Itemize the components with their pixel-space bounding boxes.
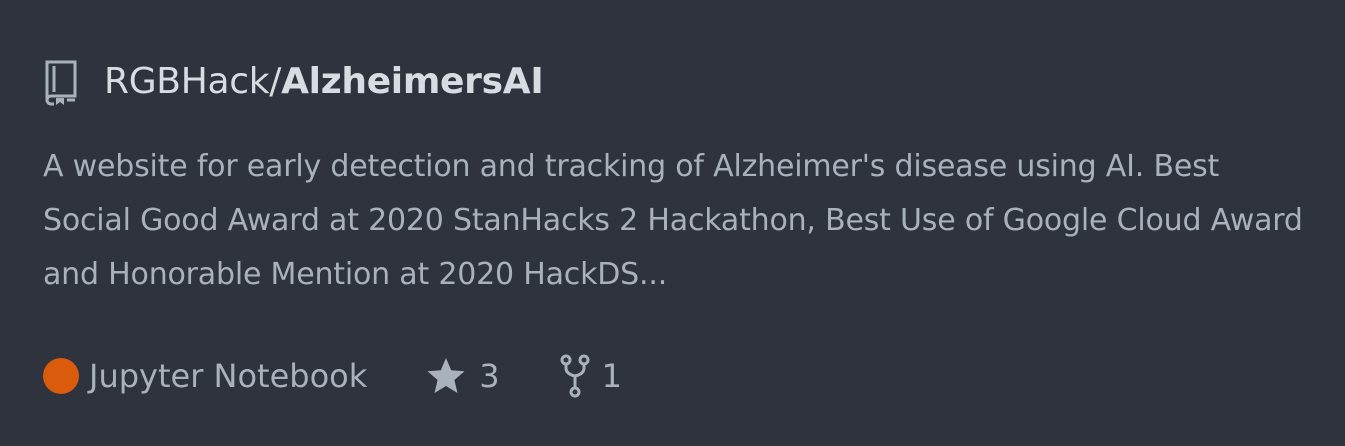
repo-card[interactable]: RGBHack/AlzheimersAI A website for early… (0, 0, 1345, 446)
repo-owner[interactable]: RGBHack/ (104, 61, 281, 102)
repo-book-icon (42, 58, 78, 106)
repo-stats: Jupyter Notebook 3 1 (43, 348, 622, 404)
repo-title-link[interactable]: RGBHack/AlzheimersAI (104, 56, 544, 108)
star-icon (425, 356, 467, 396)
repo-name[interactable]: AlzheimersAI (281, 61, 544, 102)
language-indicator: Jupyter Notebook (43, 357, 367, 395)
repo-header: RGBHack/AlzheimersAI (42, 56, 544, 108)
forks-count: 1 (601, 357, 622, 395)
stars-stat[interactable]: 3 (425, 356, 500, 396)
repo-description: A website for early detection and tracki… (43, 149, 1303, 292)
stars-count: 3 (479, 357, 500, 395)
language-label: Jupyter Notebook (89, 357, 368, 395)
language-color-dot (43, 358, 79, 394)
fork-icon (560, 354, 590, 398)
forks-stat[interactable]: 1 (560, 354, 622, 398)
